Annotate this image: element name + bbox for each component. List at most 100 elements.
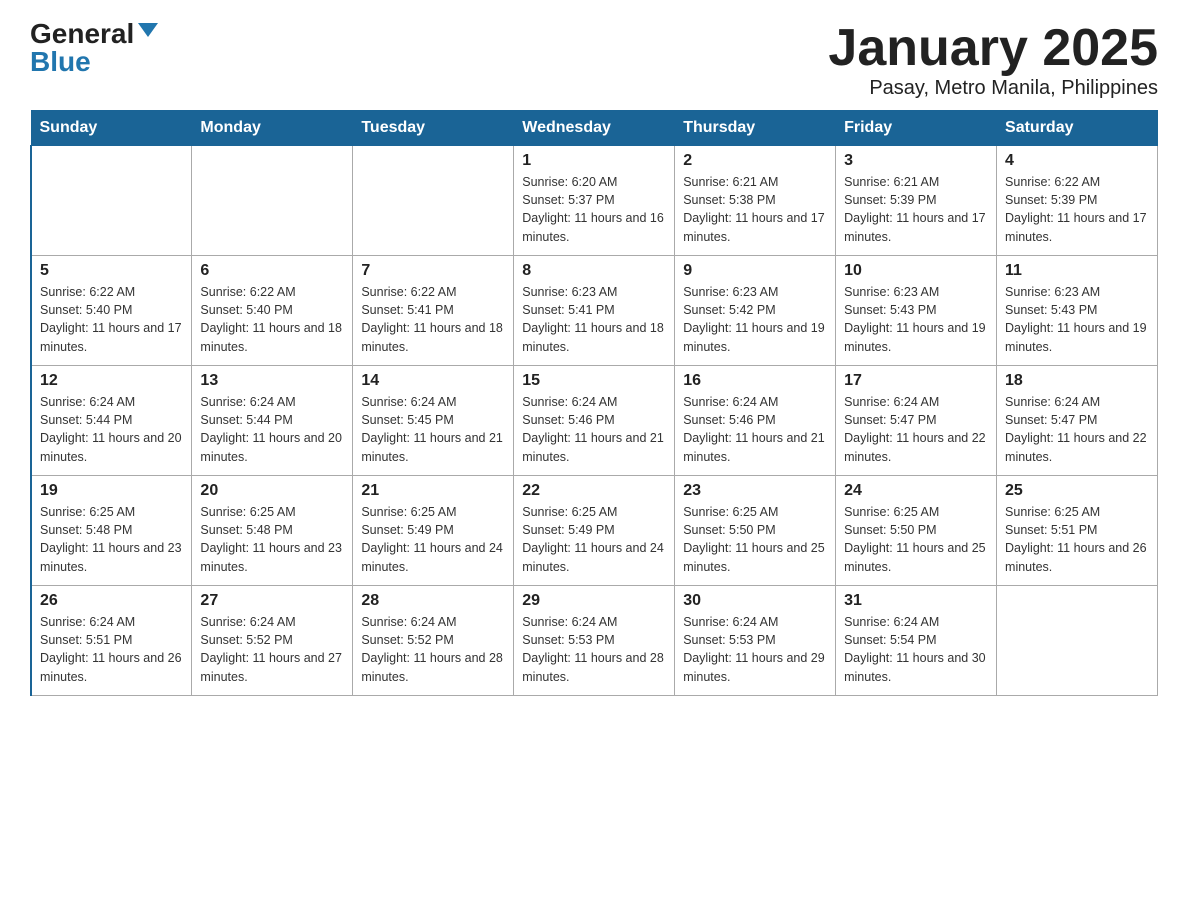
week-row-4: 19 Sunrise: 6:25 AM Sunset: 5:48 PM Dayli…: [31, 476, 1158, 586]
day-info: Sunrise: 6:24 AM Sunset: 5:46 PM Dayligh…: [683, 395, 825, 463]
day-number: 10: [844, 262, 988, 280]
day-number: 18: [1005, 372, 1149, 390]
day-info: Sunrise: 6:24 AM Sunset: 5:47 PM Dayligh…: [1005, 395, 1147, 463]
calendar-cell: 8Sunrise: 6:23 AM Sunset: 5:41 PM Daylig…: [514, 256, 675, 366]
day-info: Sunrise: 6:22 AM Sunset: 5:39 PM Dayligh…: [1005, 175, 1147, 243]
calendar-cell: 23 Sunrise: 6:25 AM Sunset: 5:50 PM Dayli…: [675, 476, 836, 586]
day-number: 9: [683, 262, 827, 280]
day-info: Sunrise: 6:24 AM Sunset: 5:46 PM Dayligh…: [522, 395, 664, 463]
day-number: 12: [40, 372, 183, 390]
day-info: Sunrise: 6:25 AM Sunset: 5:49 PM Dayligh…: [361, 505, 503, 573]
calendar-cell: 9 Sunrise: 6:23 AM Sunset: 5:42 PM Daylig…: [675, 256, 836, 366]
calendar-cell: 6 Sunrise: 6:22 AM Sunset: 5:40 PM Daylig…: [192, 256, 353, 366]
day-header-friday: Friday: [836, 111, 997, 146]
calendar-cell: 25Sunrise: 6:25 AM Sunset: 5:51 PM Dayli…: [997, 476, 1158, 586]
day-info: Sunrise: 6:25 AM Sunset: 5:50 PM Dayligh…: [844, 505, 986, 573]
day-header-wednesday: Wednesday: [514, 111, 675, 146]
calendar-cell: 18 Sunrise: 6:24 AM Sunset: 5:47 PM Dayli…: [997, 366, 1158, 476]
calendar-cell: 27 Sunrise: 6:24 AM Sunset: 5:52 PM Dayli…: [192, 586, 353, 696]
day-info: Sunrise: 6:21 AM Sunset: 5:39 PM Dayligh…: [844, 175, 986, 243]
calendar-cell: 29 Sunrise: 6:24 AM Sunset: 5:53 PM Dayli…: [514, 586, 675, 696]
calendar-cell: 15Sunrise: 6:24 AM Sunset: 5:46 PM Dayli…: [514, 366, 675, 476]
day-info: Sunrise: 6:25 AM Sunset: 5:48 PM Dayligh…: [200, 505, 342, 573]
page-header: General Blue January 2025 Pasay, Metro M…: [30, 20, 1158, 100]
day-number: 29: [522, 592, 666, 610]
week-row-1: 1Sunrise: 6:20 AM Sunset: 5:37 PM Daylig…: [31, 146, 1158, 256]
day-info: Sunrise: 6:24 AM Sunset: 5:51 PM Dayligh…: [40, 615, 182, 683]
day-info: Sunrise: 6:24 AM Sunset: 5:44 PM Dayligh…: [200, 395, 342, 463]
day-info: Sunrise: 6:24 AM Sunset: 5:52 PM Dayligh…: [200, 615, 342, 683]
day-header-sunday: Sunday: [31, 111, 192, 146]
day-number: 14: [361, 372, 505, 390]
day-number: 16: [683, 372, 827, 390]
day-info: Sunrise: 6:23 AM Sunset: 5:42 PM Dayligh…: [683, 285, 825, 353]
week-row-2: 5Sunrise: 6:22 AM Sunset: 5:40 PM Daylig…: [31, 256, 1158, 366]
day-info: Sunrise: 6:22 AM Sunset: 5:41 PM Dayligh…: [361, 285, 503, 353]
week-row-5: 26 Sunrise: 6:24 AM Sunset: 5:51 PM Dayli…: [31, 586, 1158, 696]
day-number: 4: [1005, 152, 1149, 170]
header-row: SundayMondayTuesdayWednesdayThursdayFrid…: [31, 111, 1158, 146]
calendar-body: 1Sunrise: 6:20 AM Sunset: 5:37 PM Daylig…: [31, 146, 1158, 696]
day-info: Sunrise: 6:24 AM Sunset: 5:54 PM Dayligh…: [844, 615, 986, 683]
logo: General Blue: [30, 20, 158, 76]
day-number: 26: [40, 592, 183, 610]
day-number: 13: [200, 372, 344, 390]
day-number: 30: [683, 592, 827, 610]
day-header-tuesday: Tuesday: [353, 111, 514, 146]
calendar-cell: 7 Sunrise: 6:22 AM Sunset: 5:41 PM Daylig…: [353, 256, 514, 366]
day-info: Sunrise: 6:21 AM Sunset: 5:38 PM Dayligh…: [683, 175, 825, 243]
calendar-cell: 4 Sunrise: 6:22 AM Sunset: 5:39 PM Daylig…: [997, 146, 1158, 256]
week-row-3: 12 Sunrise: 6:24 AM Sunset: 5:44 PM Dayli…: [31, 366, 1158, 476]
calendar-subtitle: Pasay, Metro Manila, Philippines: [828, 77, 1158, 100]
day-info: Sunrise: 6:22 AM Sunset: 5:40 PM Dayligh…: [200, 285, 342, 353]
day-info: Sunrise: 6:20 AM Sunset: 5:37 PM Dayligh…: [522, 175, 664, 243]
day-number: 25: [1005, 482, 1149, 500]
logo-arrow-icon: [138, 23, 158, 37]
day-number: 27: [200, 592, 344, 610]
calendar-cell: [997, 586, 1158, 696]
calendar-cell: 24 Sunrise: 6:25 AM Sunset: 5:50 PM Dayli…: [836, 476, 997, 586]
calendar-cell: 12 Sunrise: 6:24 AM Sunset: 5:44 PM Dayli…: [31, 366, 192, 476]
calendar-cell: 30 Sunrise: 6:24 AM Sunset: 5:53 PM Dayli…: [675, 586, 836, 696]
day-header-monday: Monday: [192, 111, 353, 146]
day-info: Sunrise: 6:24 AM Sunset: 5:45 PM Dayligh…: [361, 395, 503, 463]
calendar-cell: 3 Sunrise: 6:21 AM Sunset: 5:39 PM Daylig…: [836, 146, 997, 256]
day-info: Sunrise: 6:24 AM Sunset: 5:44 PM Dayligh…: [40, 395, 182, 463]
day-number: 6: [200, 262, 344, 280]
calendar-title: January 2025: [828, 20, 1158, 77]
day-number: 3: [844, 152, 988, 170]
day-info: Sunrise: 6:23 AM Sunset: 5:43 PM Dayligh…: [1005, 285, 1147, 353]
day-number: 28: [361, 592, 505, 610]
calendar-cell: 22Sunrise: 6:25 AM Sunset: 5:49 PM Dayli…: [514, 476, 675, 586]
day-number: 11: [1005, 262, 1149, 280]
calendar-cell: 13 Sunrise: 6:24 AM Sunset: 5:44 PM Dayli…: [192, 366, 353, 476]
day-number: 31: [844, 592, 988, 610]
day-info: Sunrise: 6:23 AM Sunset: 5:41 PM Dayligh…: [522, 285, 664, 353]
day-number: 2: [683, 152, 827, 170]
day-number: 23: [683, 482, 827, 500]
calendar-cell: 31 Sunrise: 6:24 AM Sunset: 5:54 PM Dayli…: [836, 586, 997, 696]
day-header-thursday: Thursday: [675, 111, 836, 146]
day-number: 20: [200, 482, 344, 500]
calendar-cell: 21 Sunrise: 6:25 AM Sunset: 5:49 PM Dayli…: [353, 476, 514, 586]
day-info: Sunrise: 6:24 AM Sunset: 5:52 PM Dayligh…: [361, 615, 503, 683]
calendar-cell: [192, 146, 353, 256]
day-info: Sunrise: 6:25 AM Sunset: 5:49 PM Dayligh…: [522, 505, 664, 573]
day-number: 7: [361, 262, 505, 280]
calendar-cell: [353, 146, 514, 256]
day-info: Sunrise: 6:24 AM Sunset: 5:47 PM Dayligh…: [844, 395, 986, 463]
day-info: Sunrise: 6:23 AM Sunset: 5:43 PM Dayligh…: [844, 285, 986, 353]
day-number: 24: [844, 482, 988, 500]
day-number: 19: [40, 482, 183, 500]
day-info: Sunrise: 6:24 AM Sunset: 5:53 PM Dayligh…: [522, 615, 664, 683]
logo-blue: Blue: [30, 48, 91, 76]
calendar-cell: [31, 146, 192, 256]
day-info: Sunrise: 6:25 AM Sunset: 5:50 PM Dayligh…: [683, 505, 825, 573]
day-number: 17: [844, 372, 988, 390]
day-info: Sunrise: 6:24 AM Sunset: 5:53 PM Dayligh…: [683, 615, 825, 683]
day-number: 21: [361, 482, 505, 500]
calendar-cell: 14 Sunrise: 6:24 AM Sunset: 5:45 PM Dayli…: [353, 366, 514, 476]
calendar-cell: 10 Sunrise: 6:23 AM Sunset: 5:43 PM Dayli…: [836, 256, 997, 366]
calendar-cell: 2 Sunrise: 6:21 AM Sunset: 5:38 PM Daylig…: [675, 146, 836, 256]
calendar-cell: 11 Sunrise: 6:23 AM Sunset: 5:43 PM Dayli…: [997, 256, 1158, 366]
